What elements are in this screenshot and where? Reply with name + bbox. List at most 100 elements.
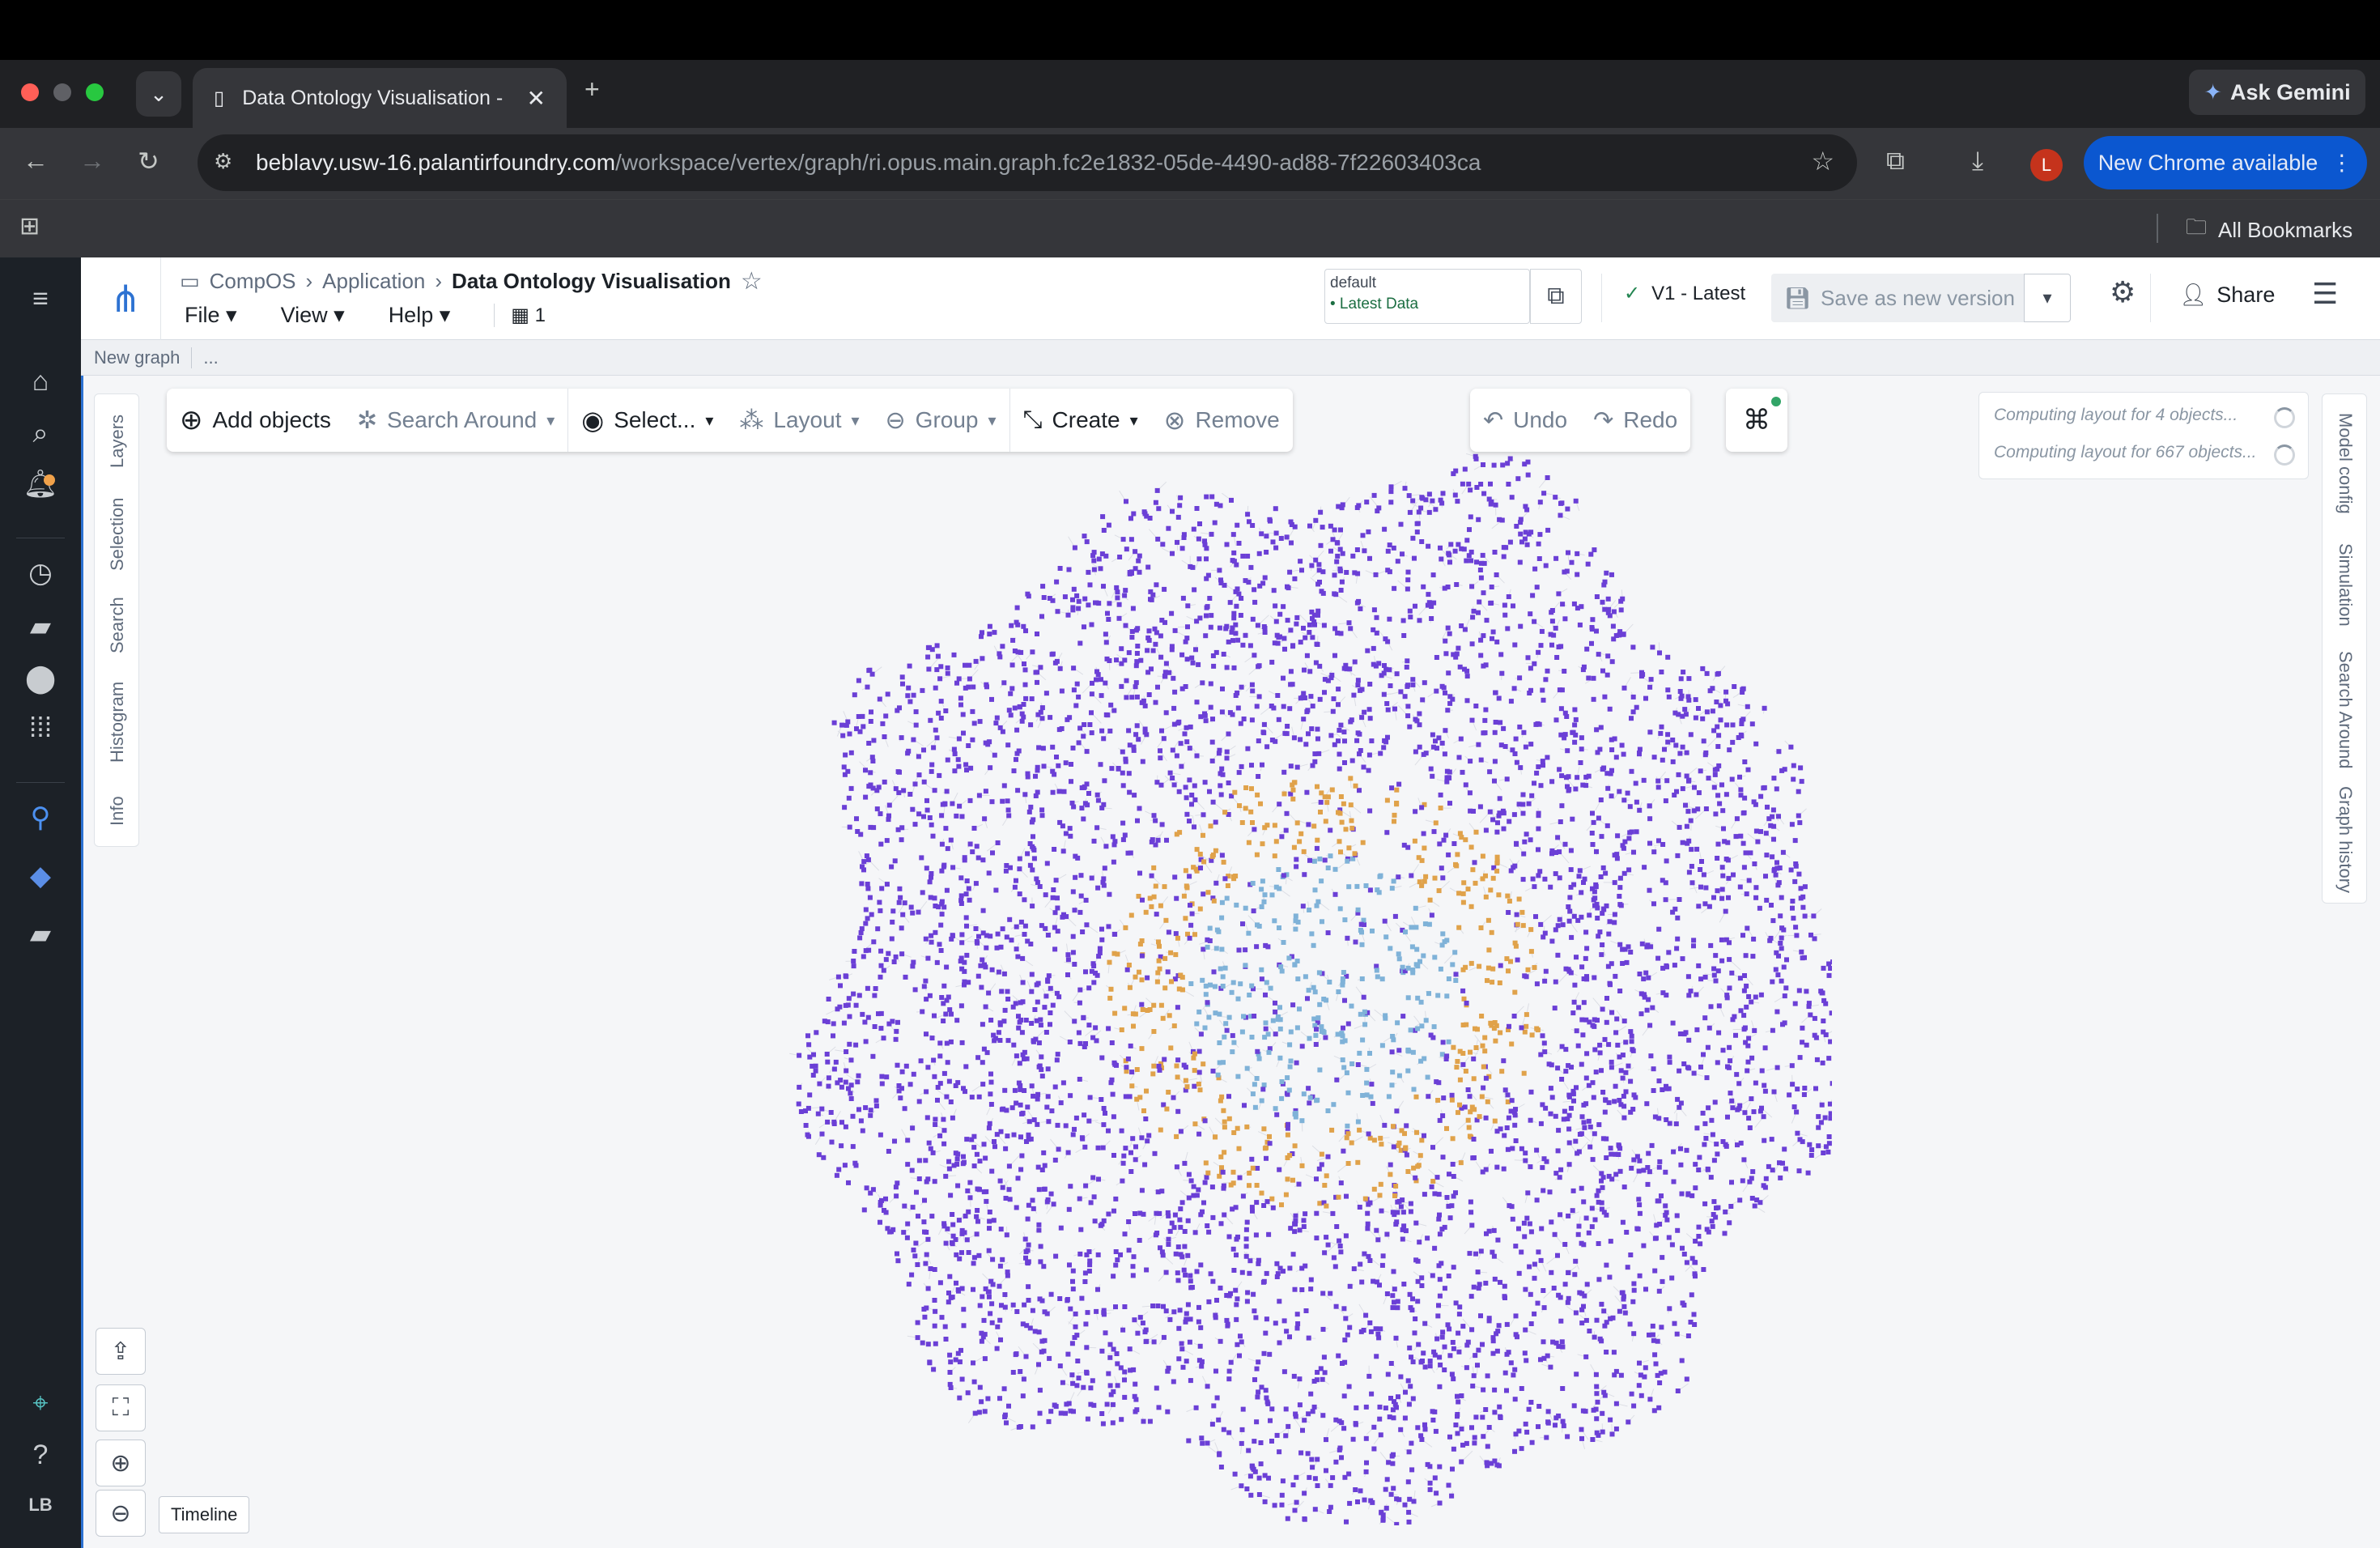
graph-node: [1186, 1438, 1192, 1444]
starred-folder-icon[interactable]: ▰: [0, 918, 81, 950]
graph-node: [1689, 864, 1694, 869]
graph-name-divider: [191, 347, 193, 368]
extensions-icon[interactable]: ⧉: [1886, 146, 1905, 176]
notifications-icon[interactable]: 🔔︎: [0, 468, 81, 500]
graph-node: [1715, 744, 1721, 749]
browser-tab[interactable]: ▯ Data Ontology Visualisation - ✕: [193, 68, 567, 128]
workshop-diamond-icon[interactable]: ◆: [0, 860, 81, 892]
graph-nodes[interactable]: [796, 453, 1832, 1525]
compare-scenarios-button[interactable]: ⧉: [1530, 269, 1582, 324]
list-view-icon[interactable]: ☰: [2312, 277, 2338, 311]
profile-avatar[interactable]: L: [2030, 149, 2063, 181]
download-icon[interactable]: ⤓: [1972, 146, 1983, 176]
close-tab-icon[interactable]: ✕: [527, 85, 546, 112]
graph-node: [884, 1074, 890, 1080]
version-indicator[interactable]: ✓ V1 - Latest: [1624, 282, 1745, 305]
scenario-selector[interactable]: default • Latest Data: [1324, 269, 1530, 324]
apps-icon[interactable]: ⁞⁞⁞: [0, 712, 81, 744]
graph-node: [1338, 722, 1344, 728]
apps-grid-icon[interactable]: ⊞: [19, 212, 40, 240]
graph-node: [1529, 793, 1535, 798]
graph-node: [1130, 606, 1136, 611]
graph-node: [1704, 709, 1710, 715]
graph-node: [1038, 665, 1043, 670]
object-count-badge[interactable]: ▦ 1: [494, 304, 546, 327]
url-bar[interactable]: ⚙ beblavy.usw-16.palantirfoundry.com/wor…: [198, 134, 1857, 191]
tab-search-button[interactable]: ⌄: [136, 71, 181, 117]
graph-name-more[interactable]: ...: [203, 347, 218, 368]
site-info-icon[interactable]: ⚙: [214, 149, 232, 174]
graph-node: [1208, 624, 1213, 630]
graph-node: [1048, 715, 1053, 721]
back-icon[interactable]: ←: [23, 146, 49, 176]
graph-node: [922, 1197, 927, 1203]
all-bookmarks-button[interactable]: 🗀 All Bookmarks: [2186, 212, 2352, 248]
breadcrumb-item[interactable]: Application: [322, 269, 425, 294]
forward-icon[interactable]: →: [79, 146, 105, 176]
new-tab-icon[interactable]: +: [584, 74, 600, 104]
menu-view[interactable]: View ▾: [281, 303, 345, 328]
help-icon[interactable]: ?: [0, 1440, 81, 1471]
bookmark-star-icon[interactable]: ☆: [1811, 146, 1834, 176]
graph-canvas[interactable]: [81, 376, 2380, 1548]
vertex-logo-icon[interactable]: ⋔: [96, 269, 155, 329]
search-icon[interactable]: ⌕: [0, 418, 81, 449]
graph-node: [1600, 599, 1605, 605]
save-options-dropdown[interactable]: ▾: [2024, 274, 2071, 322]
new-chrome-button[interactable]: New Chrome available ⋮: [2084, 136, 2367, 189]
breadcrumb-item[interactable]: CompOS: [210, 269, 296, 294]
ask-gemini-button[interactable]: ✦ Ask Gemini: [2189, 70, 2365, 115]
graph-node: [1250, 820, 1255, 825]
graph-node: [1413, 809, 1418, 814]
graph-visualization[interactable]: [699, 376, 1832, 1525]
graph-node: [1453, 1190, 1458, 1196]
save-version-button[interactable]: 💾︎ Save as new version: [1771, 274, 2024, 322]
graph-node: [855, 1079, 861, 1085]
graph-node: [1621, 1094, 1626, 1099]
graph-node: [1084, 1345, 1090, 1350]
menu-file[interactable]: File ▾: [185, 303, 237, 328]
graph-node: [948, 1359, 954, 1365]
settings-gear-icon[interactable]: ⚙: [2110, 275, 2136, 309]
graph-node: [1348, 626, 1354, 632]
graph-node: [1771, 1089, 1777, 1095]
graph-node: [1460, 899, 1466, 905]
vertex-graph-icon[interactable]: ⚲: [0, 802, 81, 834]
graph-node: [1179, 1346, 1185, 1352]
minimize-window-button[interactable]: [53, 83, 71, 101]
close-window-button[interactable]: [21, 83, 39, 101]
menu-help[interactable]: Help ▾: [389, 303, 451, 328]
graph-node: [1134, 651, 1140, 656]
files-folder-icon[interactable]: ▰: [0, 610, 81, 643]
collapse-sidebar-icon[interactable]: ≡: [0, 283, 81, 315]
maximize-window-button[interactable]: [86, 83, 104, 101]
graph-node: [1321, 623, 1327, 628]
graph-node: [958, 875, 964, 881]
ontology-icon[interactable]: ⬤: [0, 662, 81, 695]
graph-node: [1468, 514, 1473, 520]
favorite-star-icon[interactable]: ☆: [741, 267, 763, 296]
graph-node: [1259, 967, 1264, 972]
graph-node: [1583, 1317, 1589, 1323]
graph-node: [1522, 461, 1528, 467]
graph-name[interactable]: New graph: [94, 347, 180, 368]
recent-icon[interactable]: ◷: [0, 557, 81, 589]
home-icon[interactable]: ⌂: [0, 366, 81, 398]
graph-node: [937, 1040, 943, 1046]
graph-node: [1793, 863, 1799, 869]
graph-node: [1604, 1155, 1609, 1160]
graph-node: [993, 721, 999, 726]
graph-node: [1036, 1187, 1042, 1193]
reload-icon[interactable]: ↻: [138, 146, 159, 176]
aip-logo-icon[interactable]: ⌖: [0, 1388, 81, 1419]
graph-node: [1482, 717, 1488, 723]
user-avatar[interactable]: LB: [0, 1495, 81, 1516]
graph-node: [909, 1167, 915, 1173]
graph-node: [1273, 839, 1279, 844]
graph-node: [955, 757, 961, 763]
graph-node: [1421, 751, 1426, 757]
graph-node: [1141, 1418, 1146, 1424]
graph-node: [1719, 887, 1725, 892]
share-button[interactable]: 👤︎ Share: [2179, 282, 2275, 308]
graph-node: [1246, 840, 1252, 845]
